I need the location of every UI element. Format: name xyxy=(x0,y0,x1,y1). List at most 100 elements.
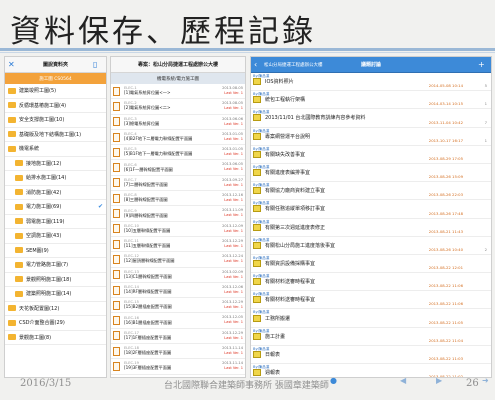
folder-item[interactable]: 電力施工圖(69) ✔ xyxy=(5,200,106,215)
folder-nav-bar: ✕ 圖說資料夾 ▯ xyxy=(5,57,106,73)
folder-label: 空調施工圖(43) xyxy=(26,233,62,240)
checkmark-icon: ✔ xyxy=(97,203,103,211)
document-icon xyxy=(113,147,120,157)
folder-item[interactable]: 給排水施工圖(14) xyxy=(5,171,106,186)
topic-item[interactable]: By:陳品漢 週報表 2013-08-22 11:02 xyxy=(251,364,491,377)
topic-item[interactable]: By:陳品漢 IOS資料照片 2014-05-08 10:14 5 xyxy=(251,73,491,92)
book-icon[interactable]: ▯ xyxy=(93,60,103,69)
document-item[interactable]: ELEC-6 [6]1F一層幹線配置平面圖 2013-06-05 Last Ver. … xyxy=(111,160,245,176)
next-arrow-icon[interactable]: ▶ xyxy=(436,376,446,386)
topic-item[interactable]: By:陳品漢 工務所搬遷 2013-08-22 11:05 xyxy=(251,309,491,328)
document-item[interactable]: ELEC-12 [12]屋頂層幹線配置平面圖 2013-12-24 Last Ver.… xyxy=(111,252,245,268)
document-title: [19]3F層插座配置平面圖 xyxy=(124,365,172,371)
document-item[interactable]: ELEC-14 [14]RF層幹線配置平面圖 2013-12-06 Last Ver.… xyxy=(111,283,245,299)
folder-icon xyxy=(15,247,23,254)
document-item[interactable]: ELEC-15 [15]B2層插座配置平面圖 2013-12-29 Last Ver.… xyxy=(111,298,245,314)
folder-item[interactable]: 景觀照明施工圖(18) xyxy=(5,273,106,287)
prev-arrow-icon[interactable]: ◀ xyxy=(400,376,410,386)
folder-item[interactable]: SEM圖(9) xyxy=(5,244,106,258)
document-item[interactable]: ELEC-16 [16]B1層插座配置平面圖 2013-12-05 Last Ver.… xyxy=(111,313,245,329)
folder-item[interactable]: 消防施工圖(42) xyxy=(5,186,106,200)
topic-item[interactable]: By:陳品漢 統包工程執行架構 2014-03-14 10:15 1 xyxy=(251,91,491,110)
document-item[interactable]: ELEC-18 [18]2F層插座配置平面圖 2013-11-14 Last Ver.… xyxy=(111,344,245,360)
document-item[interactable]: ELEC-5 [5]B1F地下一層電力幹線配置平面圖 2013-01-05 Last … xyxy=(111,145,245,161)
document-version: Last Ver. 1 xyxy=(224,351,243,356)
document-version: Last Ver. 1 xyxy=(224,259,243,264)
topic-item[interactable]: By:陳品漢 有關任務追縱單項移訂事宜 2013-08-26 17:48 xyxy=(251,200,491,219)
folder-item[interactable]: CSD介面整合圖(29) xyxy=(5,316,106,331)
document-item[interactable]: ELEC-2 [2]電氣系統昇位圖<二> 2013-08-05 Last Ver. 1 xyxy=(111,99,245,115)
topic-item[interactable]: By:陳品漢 有關第三次週延進度表修正 2013-08-21 11:43 xyxy=(251,219,491,237)
back-label[interactable]: 松山分局捷運工程處辦公大樓 xyxy=(264,62,334,68)
topic-icon xyxy=(253,369,261,377)
document-title: [7]二層幹線配置平面圖 xyxy=(124,181,168,187)
topic-item[interactable]: By:陳品漢 有關缺失改善事宜 2013-08-29 17:05 xyxy=(251,146,491,164)
folder-label: 景觀照明施工圖(18) xyxy=(26,276,72,283)
topic-author: By:陳品漢 xyxy=(253,146,270,151)
document-item[interactable]: ELEC-3 [3]總電系統昇位圖 2013-06-06 Last Ver. 1 xyxy=(111,115,245,130)
document-item[interactable]: ELEC-17 [17]1F層插座配置平面圖 2013-12-29 Last Ver.… xyxy=(111,329,245,345)
document-item[interactable]: ELEC-4 [4]B2F地下二層電力幹線配置平面圖 2013-01-05 Last … xyxy=(111,130,245,146)
topic-icon xyxy=(253,278,261,286)
close-icon[interactable]: ✕ xyxy=(8,60,18,69)
topic-author: By:陳品漢 xyxy=(253,164,270,169)
document-item[interactable]: ELEC-1 [1]電氣系統昇位圖<一> 2013-08-05 Last Ver. 1 xyxy=(111,84,245,100)
forward-arrow-icon[interactable]: ➜ xyxy=(482,376,492,386)
document-version: Last Ver. 1 xyxy=(224,198,243,203)
folder-item[interactable]: 景觀施工圖(8) xyxy=(5,331,106,345)
topic-comment-count: 2 xyxy=(484,246,487,252)
folder-label: 接地施工圖(12) xyxy=(26,160,62,167)
topic-item[interactable]: By:陳品漢 2013/11/01 台北國際教育訓練內容參考資料 2013-11-0… xyxy=(251,109,491,128)
topic-icon xyxy=(253,296,261,304)
document-version: Last Ver. 1 xyxy=(224,243,243,248)
document-icon xyxy=(113,224,120,234)
topic-item[interactable]: By:陳品漢 有關進度表編排事宜 2013-08-26 15:09 xyxy=(251,164,491,183)
folder-item[interactable]: 建築照明施工圖(14) xyxy=(5,287,106,302)
folder-item[interactable]: 天花板配置圖(12) xyxy=(5,302,106,316)
folder-label: 消防施工圖(42) xyxy=(26,189,62,196)
topic-item[interactable]: By:陳品漢 專案網營運平台說明 2013-10-17 16:17 1 xyxy=(251,128,491,146)
topic-list: By:陳品漢 IOS資料照片 2014-05-08 10:14 5 By:陳品漢 統包工程… xyxy=(251,73,491,377)
document-title: [14]RF層幹線配置平面圖 xyxy=(124,289,172,294)
folder-item[interactable]: 接地施工圖(12) xyxy=(5,157,106,171)
topic-icon xyxy=(253,96,261,104)
back-chevron-icon[interactable]: ‹ xyxy=(254,60,264,69)
document-date: 2013-12-09 xyxy=(222,223,243,228)
document-item[interactable]: ELEC-9 [9]四層幹線配置平面圖 2013-11-09 Last Ver. 1 xyxy=(111,206,245,222)
topic-item[interactable]: By:陳品漢 有關材料送審時程事宜 2013-08-22 11:06 xyxy=(251,291,491,310)
folder-item[interactable]: 安全支撐施工圖(10) xyxy=(5,113,106,128)
topic-item[interactable]: By:陳品漢 日報表 2013-08-22 11:03 xyxy=(251,346,491,364)
document-version: Last Ver. 1 xyxy=(224,121,243,126)
document-title: [15]B2層插座配置平面圖 xyxy=(124,304,172,310)
add-icon[interactable]: + xyxy=(478,60,488,69)
folder-item[interactable]: 弱電施工圖(119) xyxy=(5,215,106,229)
document-item[interactable]: ELEC-10 [10]五層幹線配置平面圖 2013-12-09 Last Ver. … xyxy=(111,222,245,237)
topic-icon xyxy=(253,314,261,322)
folder-item[interactable]: 機電系統 xyxy=(5,142,106,157)
document-item[interactable]: ELEC-13 [13]C1層幹線配置平面圖 2013-02-09 Last Ver.… xyxy=(111,268,245,283)
document-item[interactable]: ELEC-11 [11]五層幹線配置平面圖 2013-12-29 Last Ver. … xyxy=(111,237,245,253)
topic-author: By:陳品漢 xyxy=(253,346,270,351)
folder-item[interactable]: 建築竣照工圖(5) xyxy=(5,84,106,99)
folder-item[interactable]: 電力管路施工圖(7) xyxy=(5,258,106,273)
topic-icon xyxy=(253,78,261,86)
topic-item[interactable]: By:陳品漢 有關協力廠商資料建立事宜 2013-08-26 22:03 xyxy=(251,182,491,201)
document-version: Last Ver. 1 xyxy=(224,152,243,157)
document-item[interactable]: ELEC-8 [8]三層幹線配置平面圖 2013-12-16 Last Ver. 1 xyxy=(111,191,245,207)
topic-item[interactable]: By:陳品漢 有關松山分局施工進度落後事宜 2013-08-26 10:40 2 xyxy=(251,237,491,255)
folder-item[interactable]: 反循環基樁施工圖(4) xyxy=(5,99,106,113)
document-icon xyxy=(113,377,120,378)
discussion-nav-title: 議題討論 xyxy=(360,62,381,68)
topic-item[interactable]: By:陳品漢 有關材料送審時程事宜 2013-08-22 11:06 xyxy=(251,273,491,292)
footer-organization: 台北國際聯合建築師事務所 張國章建築師 xyxy=(164,381,329,391)
document-title: [4]B2F地下二層電力幹線配置平面圖 xyxy=(124,136,193,142)
document-version: Last Ver. 1 xyxy=(224,91,243,95)
document-item[interactable]: ELEC-19 [19]3F層插座配置平面圖 2013-11-14 Last Ver.… xyxy=(111,359,245,375)
topic-item[interactable]: By:陳品漢 施工計畫 2013-08-22 11:04 xyxy=(251,328,491,346)
folder-item[interactable]: 基礎版及地下結構施工圖(1) xyxy=(5,128,106,142)
topic-item[interactable]: By:陳品漢 有關資訊設備採購事宜 2013-08-22 12:01 xyxy=(251,255,491,274)
folder-label: SEM圖(9) xyxy=(26,247,49,254)
document-item[interactable]: ELEC-7 [7]二層幹線配置平面圖 2013-09-27 Last Ver. 1 xyxy=(111,176,245,192)
location-icon[interactable]: ● xyxy=(330,376,340,386)
folder-item[interactable]: 空調施工圖(43) xyxy=(5,229,106,244)
